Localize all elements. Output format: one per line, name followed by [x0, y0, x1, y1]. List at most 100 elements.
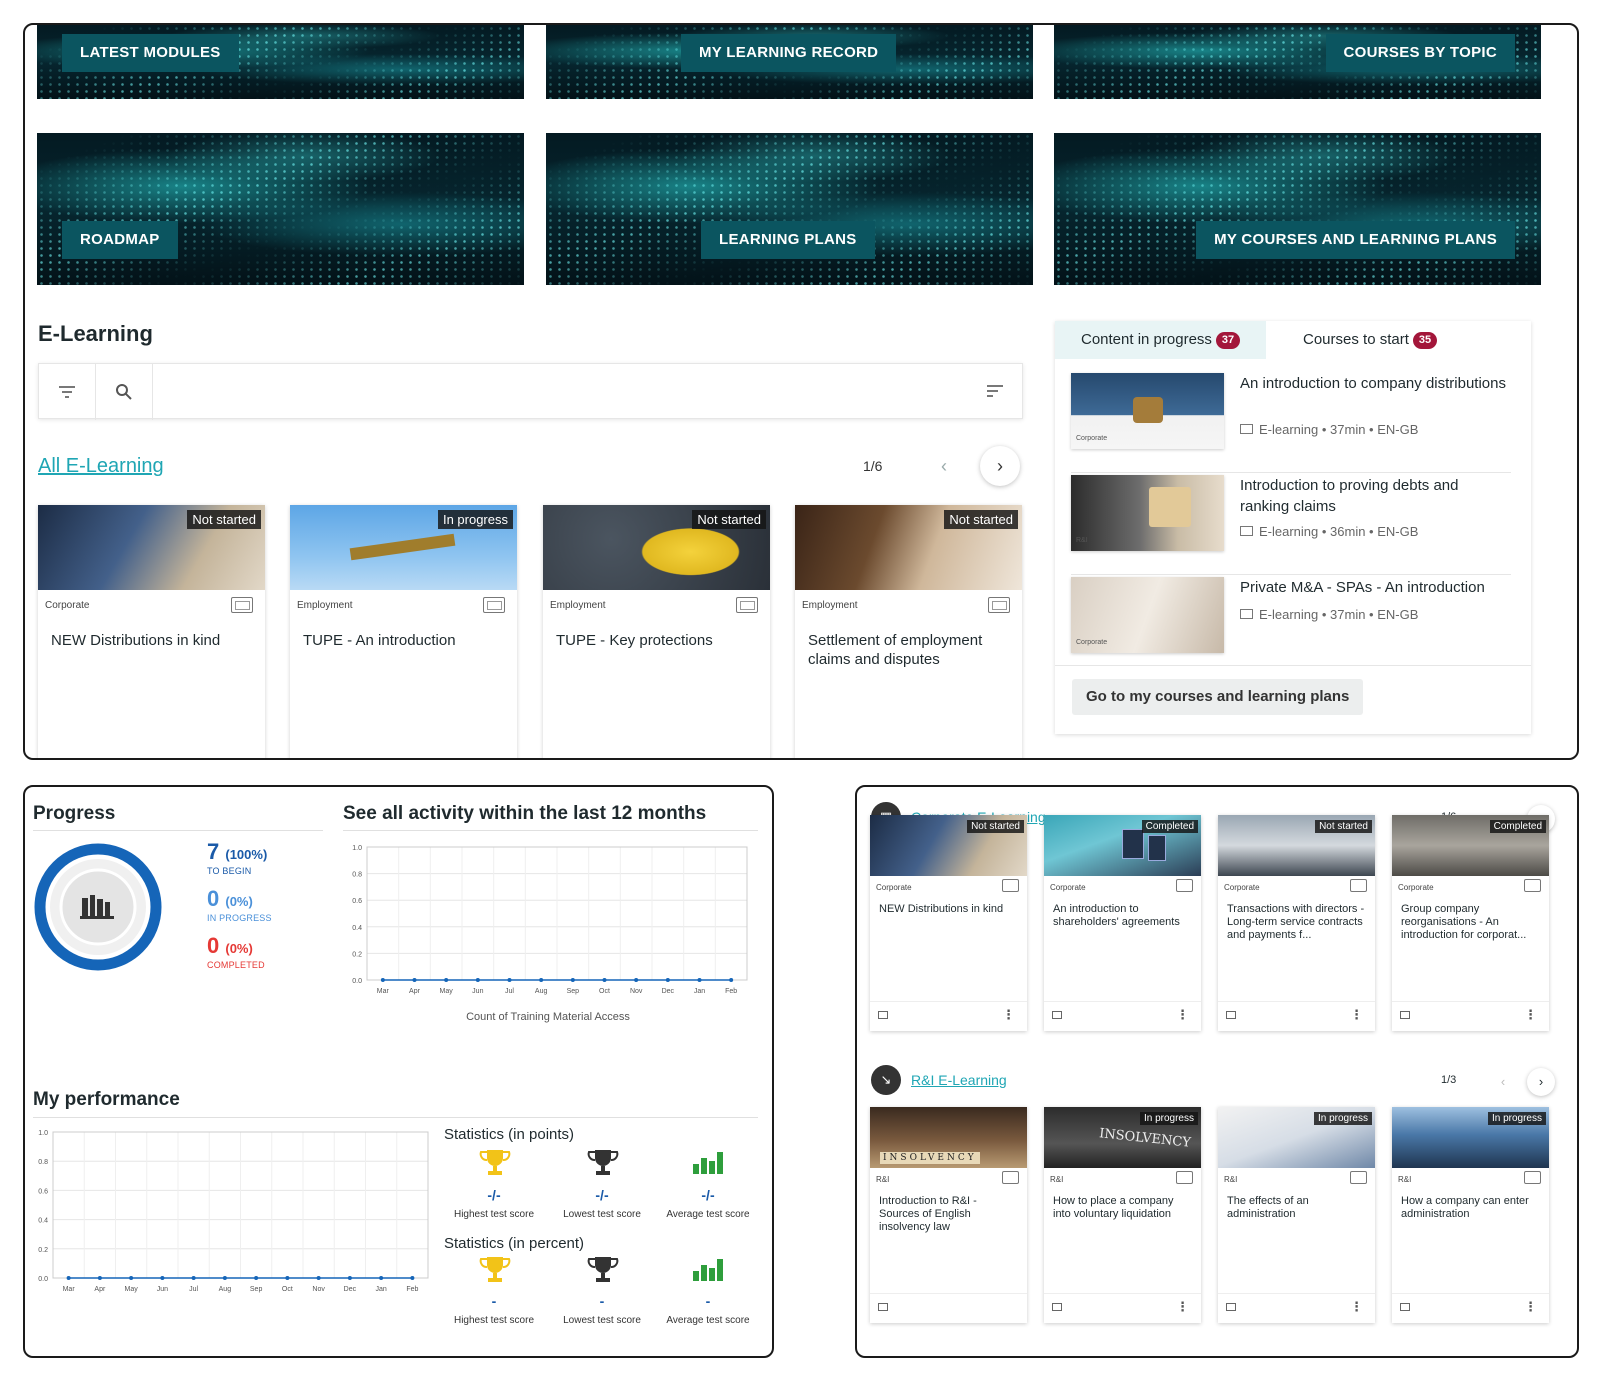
- more-options-button[interactable]: ⋮: [1350, 1007, 1363, 1023]
- y-tick-label: 0.6: [352, 898, 362, 905]
- chevron-right-icon: ›: [1538, 1074, 1544, 1089]
- course-title: NEW Distributions in kind: [51, 632, 221, 649]
- device-icon: [736, 597, 758, 613]
- course-card[interactable]: Not started Corporate Transactions with …: [1218, 815, 1375, 1031]
- data-point: [475, 978, 480, 982]
- course-title: An introduction to company distributions: [1240, 375, 1506, 392]
- stat-label: Lowest test score: [563, 1209, 641, 1220]
- list-item[interactable]: Corporate Private M&A - SPAs - An introd…: [1071, 577, 1511, 677]
- stat-value: -/-: [701, 1187, 715, 1203]
- more-options-button[interactable]: ⋮: [1176, 1299, 1189, 1315]
- data-point: [444, 978, 449, 982]
- gold-trophy-icon: [479, 1257, 511, 1282]
- pager: 1/6: [863, 458, 883, 474]
- more-options-button[interactable]: ⋮: [1002, 1007, 1015, 1023]
- prev-button[interactable]: ‹: [1491, 1070, 1515, 1094]
- course-category: Employment: [297, 600, 353, 611]
- course-category: Corporate: [1224, 883, 1260, 892]
- status-badge: Not started: [967, 820, 1024, 833]
- search-icon: [116, 384, 132, 400]
- course-card[interactable]: In progress Employment TUPE - An introdu…: [290, 505, 517, 758]
- next-button[interactable]: ›: [1527, 1068, 1555, 1096]
- stat-value: -/-: [595, 1187, 609, 1203]
- course-card[interactable]: In progress R&I How a company can enter …: [1392, 1107, 1549, 1323]
- x-tick-label: Oct: [599, 988, 610, 995]
- stat-number: 0: [207, 886, 220, 911]
- sort-button[interactable]: [986, 384, 1004, 403]
- course-thumbnail: R&I: [1071, 475, 1224, 551]
- tab-courses-to-start[interactable]: Courses to start 35: [1277, 321, 1463, 359]
- data-point: [410, 1276, 415, 1280]
- stat-label: COMPLETED: [207, 960, 265, 970]
- course-category: R&I: [1050, 1175, 1064, 1184]
- chevron-left-icon: ‹: [941, 455, 947, 476]
- meta-text: E-learning • 37min • EN-GB: [1259, 607, 1419, 622]
- x-tick-label: Aug: [535, 988, 548, 995]
- more-options-button[interactable]: ⋮: [1350, 1299, 1363, 1315]
- banner-my-learning-record[interactable]: MY LEARNING RECORD: [546, 25, 1033, 99]
- banner-label: LATEST MODULES: [62, 34, 239, 72]
- progress-title: Progress: [33, 803, 116, 824]
- stat-percent: (0%): [225, 894, 253, 909]
- progress-donut: [34, 843, 162, 971]
- data-point: [129, 1276, 134, 1280]
- search-button[interactable]: [96, 364, 153, 420]
- device-icon: [1350, 1171, 1367, 1184]
- dark-trophy-icon: [587, 1257, 619, 1282]
- banner-roadmap[interactable]: ROADMAP: [37, 133, 524, 285]
- course-thumbnail: Corporate: [1071, 577, 1224, 653]
- banner-my-courses-and-learning-plans[interactable]: MY COURSES AND LEARNING PLANS: [1054, 133, 1541, 285]
- stat-label: Lowest test score: [563, 1315, 641, 1326]
- tab-content-in-progress[interactable]: Content in progress 37: [1055, 321, 1267, 359]
- status-badge: In progress: [1139, 1112, 1198, 1125]
- course-card[interactable]: In progress R&I The effects of an admini…: [1218, 1107, 1375, 1323]
- all-elearning-link[interactable]: All E-Learning: [38, 455, 164, 478]
- status-badge: In progress: [1313, 1112, 1372, 1125]
- more-options-button[interactable]: ⋮: [1176, 1007, 1189, 1023]
- x-tick-label: Jun: [157, 1286, 168, 1293]
- trend-icon: ↘: [871, 1065, 901, 1095]
- performance-title: My performance: [33, 1089, 180, 1110]
- course-thumbnail: Corporate: [1071, 373, 1224, 449]
- tab-label: Content in progress: [1081, 331, 1212, 348]
- banner-latest-modules[interactable]: LATEST MODULES: [37, 25, 524, 99]
- filter-button[interactable]: [39, 364, 96, 420]
- gold-trophy-icon: [479, 1150, 511, 1175]
- stat-in-progress: 0 (0%): [207, 886, 253, 912]
- data-point: [380, 978, 385, 982]
- course-meta: E-learning • 37min • EN-GB: [1240, 607, 1418, 622]
- banner-learning-plans[interactable]: LEARNING PLANS: [546, 133, 1033, 285]
- data-point: [507, 978, 512, 982]
- course-card[interactable]: Not started Corporate NEW Distributions …: [870, 815, 1027, 1031]
- y-tick-label: 0.2: [38, 1247, 48, 1254]
- status-badge: Not started: [1315, 820, 1372, 833]
- course-card[interactable]: Not started Employment TUPE - Key protec…: [543, 505, 770, 758]
- list-item[interactable]: R&I Introduction to proving debts and ra…: [1071, 475, 1511, 575]
- status-badge: Completed: [1141, 820, 1198, 833]
- course-card[interactable]: Not started Corporate NEW Distributions …: [38, 505, 265, 758]
- go-to-my-courses-button[interactable]: Go to my courses and learning plans: [1072, 679, 1364, 715]
- course-meta: E-learning • 37min • EN-GB: [1240, 422, 1418, 437]
- more-options-button[interactable]: ⋮: [1524, 1007, 1537, 1023]
- play-icon: [878, 1303, 888, 1311]
- course-card[interactable]: INSOLVENCY R&I Introduction to R&I - Sou…: [870, 1107, 1027, 1323]
- elearning-title: E-Learning: [38, 321, 153, 346]
- next-button[interactable]: ›: [980, 446, 1020, 486]
- course-card[interactable]: Completed Corporate Group company reorga…: [1392, 815, 1549, 1031]
- stat-completed: 0 (0%): [207, 933, 253, 959]
- course-card[interactable]: Completed Corporate An introduction to s…: [1044, 815, 1201, 1031]
- play-icon: [1226, 1303, 1236, 1311]
- course-title: Private M&A - SPAs - An introduction: [1240, 579, 1485, 596]
- pager: 1/3: [1441, 1074, 1457, 1086]
- list-item[interactable]: Corporate An introduction to company dis…: [1071, 373, 1511, 473]
- course-card[interactable]: Not started Employment Settlement of emp…: [795, 505, 1022, 758]
- ri-elearning-link[interactable]: R&I E-Learning: [911, 1072, 1007, 1088]
- course-card[interactable]: INSOLVENCY In progress R&I How to place …: [1044, 1107, 1201, 1323]
- banner-courses-by-topic[interactable]: COURSES BY TOPIC: [1054, 25, 1541, 99]
- y-tick-label: 0.4: [38, 1218, 48, 1225]
- prev-button[interactable]: ‹: [924, 446, 964, 486]
- status-badge: In progress: [437, 510, 513, 529]
- more-options-button[interactable]: ⋮: [1524, 1299, 1537, 1315]
- course-category: R&I: [876, 1175, 890, 1184]
- search-input[interactable]: [154, 364, 974, 420]
